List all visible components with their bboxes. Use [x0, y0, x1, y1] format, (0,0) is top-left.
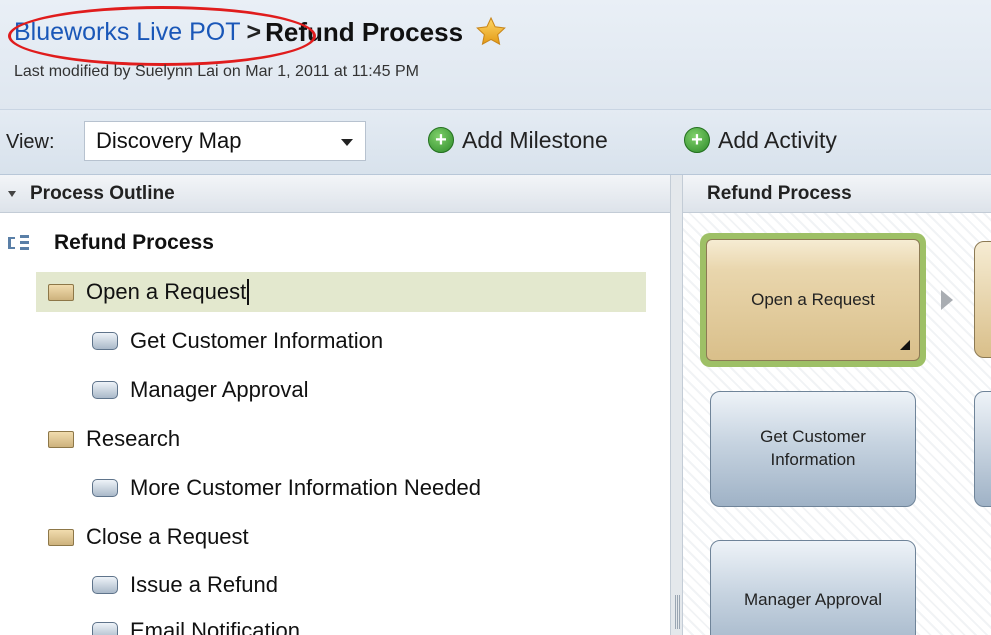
add-activity-button[interactable]: + Add Activity: [684, 124, 837, 156]
arrow-right-icon: [941, 290, 953, 310]
milestone-icon: [48, 283, 74, 301]
activity-card-get-customer-information[interactable]: Get Customer Information: [710, 391, 916, 507]
last-modified-text: Last modified by Suelynn Lai on Mar 1, 2…: [14, 63, 419, 80]
outline-item-label: More Customer Information Needed: [130, 475, 481, 500]
add-milestone-label: Add Milestone: [462, 126, 608, 153]
milestone-icon: [48, 528, 74, 546]
outline-item-manager-approval[interactable]: Manager Approval: [92, 370, 309, 410]
activity-icon: [92, 332, 118, 350]
tree-icon: [8, 233, 38, 253]
outline-item-label: Manager Approval: [130, 377, 309, 402]
milestone-card[interactable]: Open a Request: [706, 239, 920, 361]
outline-item-more-customer-information-needed[interactable]: More Customer Information Needed: [92, 468, 481, 508]
view-select[interactable]: Discovery Map: [84, 121, 366, 161]
process-outline-header[interactable]: Process Outline: [0, 175, 670, 213]
favorite-star-icon[interactable]: [475, 16, 507, 48]
discovery-map-panel: Refund Process Open a Request Get Custom…: [683, 175, 991, 635]
splitter-grip-icon[interactable]: [675, 595, 680, 629]
add-icon: +: [684, 127, 710, 153]
expand-corner-icon[interactable]: [900, 340, 910, 350]
outline-root-label: Refund Process: [54, 231, 214, 254]
add-activity-label: Add Activity: [718, 126, 837, 153]
process-outline-title: Process Outline: [30, 182, 175, 204]
milestone-icon: [48, 430, 74, 448]
outline-item-get-customer-information[interactable]: Get Customer Information: [92, 321, 383, 361]
activity-icon: [92, 381, 118, 399]
activity-icon: [92, 576, 118, 594]
activity-card-label: Get Customer Information: [760, 427, 866, 469]
outline-item-label: Email Notification: [130, 618, 300, 635]
add-milestone-button[interactable]: + Add Milestone: [428, 124, 608, 156]
process-outline-panel: Process Outline Refund Process Open a Re…: [0, 175, 670, 635]
annotation-oval: [8, 6, 316, 66]
activity-card-label: Manager Approval: [744, 589, 882, 609]
outline-item-email-notification[interactable]: Email Notification: [92, 611, 300, 635]
next-activity-card[interactable]: [974, 391, 991, 507]
outline-item-issue-a-refund[interactable]: Issue a Refund: [92, 565, 278, 605]
view-label: View:: [6, 131, 55, 153]
toolbar: View: Discovery Map + Add Milestone + Ad…: [0, 110, 991, 175]
outline-item-label: Research: [86, 426, 181, 451]
milestone-card-label: Open a Request: [751, 290, 875, 309]
activity-icon: [92, 479, 118, 497]
collapse-arrow-icon[interactable]: [8, 190, 16, 197]
outline-item-label: Issue a Refund: [130, 572, 278, 597]
outline-item-label: Open a Request: [86, 279, 247, 304]
outline-item-research[interactable]: Research: [48, 419, 180, 459]
panel-splitter[interactable]: [670, 175, 683, 635]
activity-card-manager-approval[interactable]: Manager Approval: [710, 540, 916, 635]
add-icon: +: [428, 127, 454, 153]
map-header: Refund Process: [683, 175, 991, 213]
page-header: Blueworks Live POT > Refund Process Last…: [0, 0, 991, 110]
outline-item-label: Get Customer Information: [130, 328, 384, 353]
outline-item-open-a-request[interactable]: Open a Request: [36, 272, 646, 312]
chevron-down-icon: [341, 139, 353, 146]
text-cursor: [247, 279, 250, 305]
view-select-value: Discovery Map: [96, 128, 242, 153]
outline-item-close-a-request[interactable]: Close a Request: [48, 517, 249, 557]
activity-icon: [92, 622, 118, 635]
outline-item-label: Close a Request: [86, 524, 249, 549]
outline-root[interactable]: Refund Process: [8, 231, 214, 255]
next-milestone-card[interactable]: [974, 241, 991, 358]
milestone-card-selected[interactable]: Open a Request: [700, 233, 926, 367]
